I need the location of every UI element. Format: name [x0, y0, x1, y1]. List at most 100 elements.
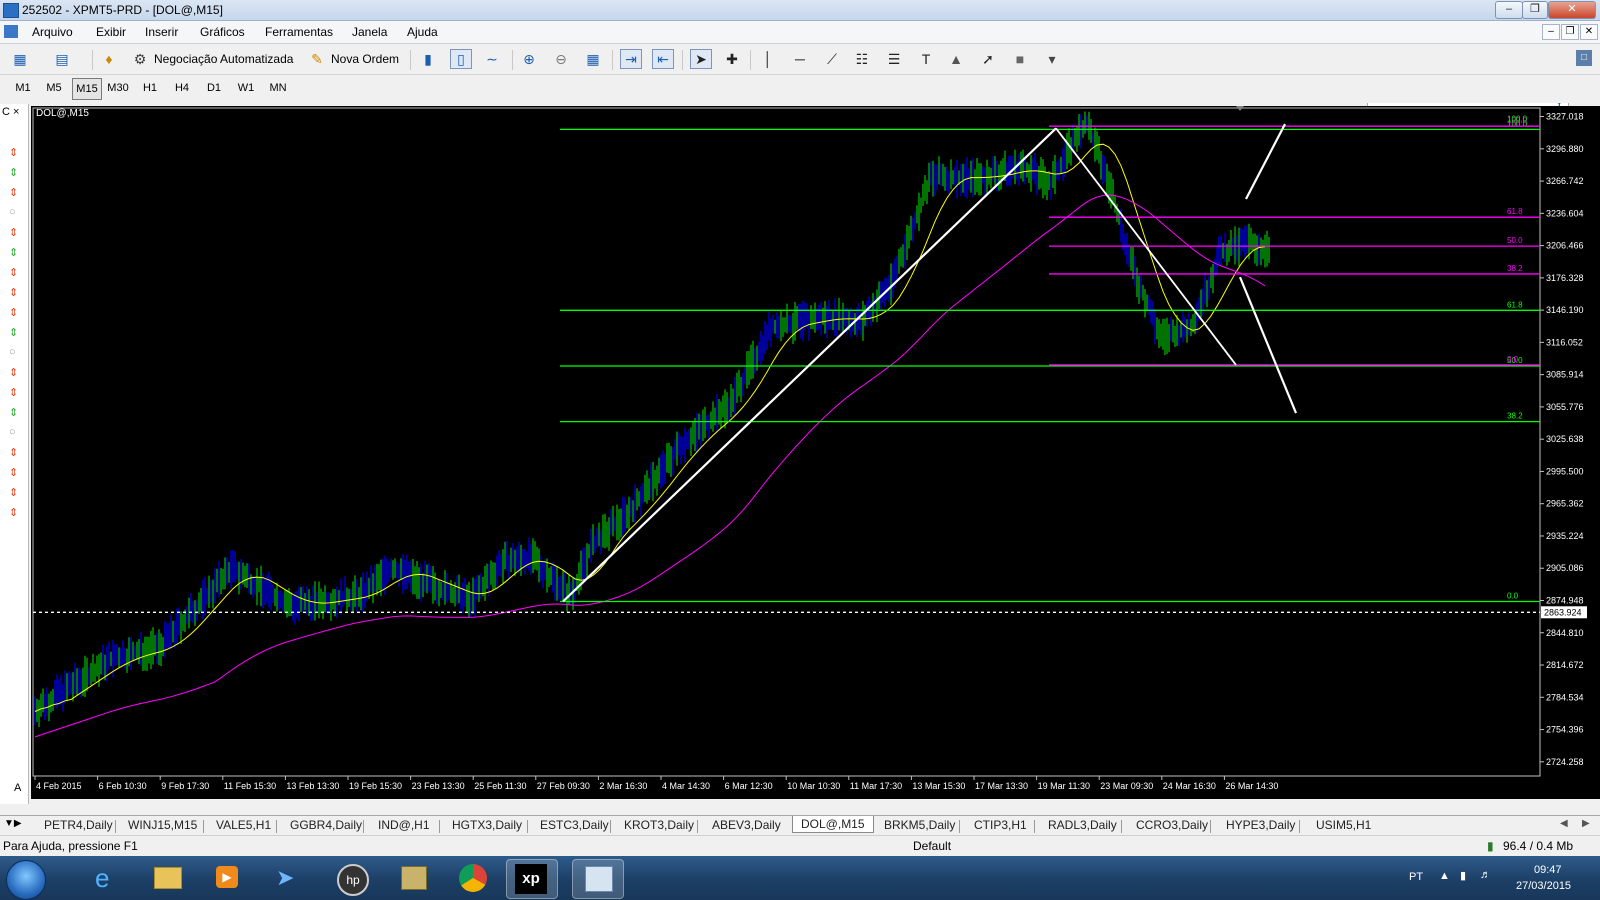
tabs-menu-icon[interactable]: ▼▶ [4, 818, 22, 829]
tabs-scroll-left-icon[interactable]: ◀ [1560, 818, 1568, 829]
tab-brkm5[interactable]: BRKM5,Daily [884, 818, 955, 832]
signal-down-icon: ⇕ [9, 307, 19, 319]
timeframe-d1[interactable]: D1 [200, 82, 228, 94]
tab-petr4[interactable]: PETR4,Daily [44, 818, 113, 832]
windows-start-icon[interactable] [6, 860, 46, 900]
crosshair-icon[interactable]: ✚ [722, 50, 742, 68]
algo-trading-button[interactable]: Negociação Automatizada [154, 48, 293, 70]
community-icon[interactable]: □ [1576, 50, 1592, 66]
trendline-up [562, 127, 1057, 603]
price-tick-label: 3116.052 [1546, 337, 1583, 347]
signal-up-icon: ⇕ [9, 327, 19, 339]
timeframe-m15[interactable]: M15 [72, 78, 102, 100]
channels-icon[interactable]: ☷ [852, 50, 872, 68]
horizontal-line-icon[interactable]: ─ [790, 50, 810, 68]
autoscroll-icon[interactable]: ⇥ [620, 49, 642, 69]
tab-ctip3[interactable]: CTIP3,H1 [974, 818, 1027, 832]
profiles-icon[interactable]: ▤ [52, 50, 72, 68]
status-profile: Default [913, 839, 952, 853]
tab-krot3[interactable]: KROT3,Daily [624, 818, 694, 832]
time-tick-label: 6 Feb 10:30 [99, 781, 147, 791]
hp-taskbar-icon[interactable]: hp [326, 859, 376, 897]
tab-ggbr4[interactable]: GGBR4,Daily [290, 818, 362, 832]
tray-signal-icon[interactable]: ▮ [1460, 869, 1466, 882]
market-watch-icon[interactable]: ♦ [99, 50, 119, 68]
cursor-icon[interactable]: ➤ [690, 49, 712, 69]
media-player-taskbar-icon[interactable]: ▶ [202, 859, 252, 897]
child-restore-button[interactable]: ❐ [1561, 24, 1579, 40]
ie-taskbar-icon[interactable]: e [82, 859, 132, 897]
shapes-icon[interactable]: ▲ [946, 50, 966, 68]
timeframe-mn[interactable]: MN [264, 82, 292, 94]
timeframe-m1[interactable]: M1 [9, 82, 37, 94]
child-minimize-button[interactable]: – [1542, 24, 1560, 40]
tab-ccro3[interactable]: CCRO3,Daily [1136, 818, 1208, 832]
tile-windows-icon[interactable]: ▦ [583, 50, 603, 68]
restore-button[interactable]: ❐ [1522, 1, 1548, 19]
timeframe-h1[interactable]: H1 [136, 82, 164, 94]
menu-janela[interactable]: Janela [352, 25, 387, 39]
network-taskbar-icon[interactable]: ➤ [262, 859, 312, 897]
chrome-taskbar-icon[interactable] [448, 859, 498, 897]
vertical-line-icon[interactable]: │ [758, 50, 778, 68]
more-objects-icon[interactable]: ▾ [1042, 50, 1062, 68]
tray-volume-icon[interactable]: ♬ [1480, 869, 1491, 881]
candles-icon[interactable]: ▯ [450, 49, 472, 69]
close-button[interactable]: ✕ [1548, 1, 1596, 19]
time-tick-label: 19 Mar 11:30 [1038, 781, 1090, 791]
menu-exibir[interactable]: Exibir [96, 25, 126, 39]
xp-taskbar-icon[interactable]: xp [506, 859, 558, 899]
tab-usim5[interactable]: USIM5,H1 [1316, 818, 1371, 832]
text-icon[interactable]: T [916, 50, 936, 68]
child-close-button[interactable]: ✕ [1580, 24, 1598, 40]
rectangle-icon[interactable]: ■ [1010, 50, 1030, 68]
tab-dol[interactable]: DOL@,M15 [792, 816, 874, 833]
new-chart-icon[interactable]: ▦ [10, 50, 30, 68]
new-order-button[interactable]: Nova Ordem [331, 48, 399, 70]
tab-abev3[interactable]: ABEV3,Daily [712, 818, 781, 832]
menu-graficos[interactable]: Gráficos [200, 25, 245, 39]
chart-shift-icon[interactable]: ⇤ [652, 49, 674, 69]
tab-estc3[interactable]: ESTC3,Daily [540, 818, 609, 832]
zoom-out-icon[interactable]: ⊖ [551, 50, 571, 68]
tab-ind[interactable]: IND@,H1 [378, 818, 430, 832]
menu-ajuda[interactable]: Ajuda [407, 25, 438, 39]
window-title: 252502 - XPMT5-PRD - [DOL@,M15] [22, 3, 223, 17]
algo-trading-icon[interactable]: ⚙ [130, 50, 150, 68]
tab-hgtx3[interactable]: HGTX3,Daily [452, 818, 522, 832]
arrows-icon[interactable]: ➚ [978, 50, 998, 68]
tab-hype3[interactable]: HYPE3,Daily [1226, 818, 1295, 832]
tray-date[interactable]: 27/03/2015 [1516, 880, 1571, 892]
signal-down-icon: ⇕ [9, 287, 19, 299]
minimize-button[interactable]: – [1495, 1, 1523, 19]
line-chart-icon[interactable]: ∼ [482, 50, 502, 68]
trendline-icon[interactable]: ⟋ [822, 50, 842, 68]
tab-radl3[interactable]: RADL3,Daily [1048, 818, 1117, 832]
title-bar: 252502 - XPMT5-PRD - [DOL@,M15] – ❐ ✕ [0, 0, 1600, 21]
fibonacci-icon[interactable]: ☰ [884, 50, 904, 68]
bar-chart-icon[interactable]: ▮ [418, 50, 438, 68]
timeframe-m30[interactable]: M30 [104, 82, 132, 94]
menu-inserir[interactable]: Inserir [145, 25, 178, 39]
tray-language[interactable]: PT [1409, 871, 1423, 883]
archive-taskbar-icon[interactable] [388, 859, 438, 897]
fast-moving-average [34, 143, 1266, 712]
chart-window-icon[interactable] [4, 25, 18, 38]
menu-ferramentas[interactable]: Ferramentas [265, 25, 333, 39]
menu-arquivo[interactable]: Arquivo [32, 25, 73, 39]
tab-winj15[interactable]: WINJ15,M15 [128, 818, 197, 832]
zoom-in-icon[interactable]: ⊕ [519, 50, 539, 68]
price-chart[interactable]: 3327.018 3296.880 3266.742 3236.604 3206.466… [31, 106, 1600, 799]
tray-time[interactable]: 09:47 [1534, 864, 1562, 876]
price-chart-svg[interactable]: 3327.018 3296.880 3266.742 3236.604 3206.466… [31, 106, 1600, 799]
tray-up-arrow-icon[interactable]: ▲ [1439, 870, 1450, 882]
tabs-scroll-right-icon[interactable]: ▶ [1582, 818, 1590, 829]
tab-vale5[interactable]: VALE5,H1 [216, 818, 271, 832]
explorer-taskbar-icon[interactable] [142, 859, 192, 897]
fibo-green-label: 38.2 [1507, 412, 1523, 421]
timeframe-h4[interactable]: H4 [168, 82, 196, 94]
timeframe-m5[interactable]: M5 [40, 82, 68, 94]
new-order-icon[interactable]: ✎ [307, 50, 327, 68]
timeframe-w1[interactable]: W1 [232, 82, 260, 94]
metatrader-taskbar-icon[interactable] [572, 859, 624, 899]
